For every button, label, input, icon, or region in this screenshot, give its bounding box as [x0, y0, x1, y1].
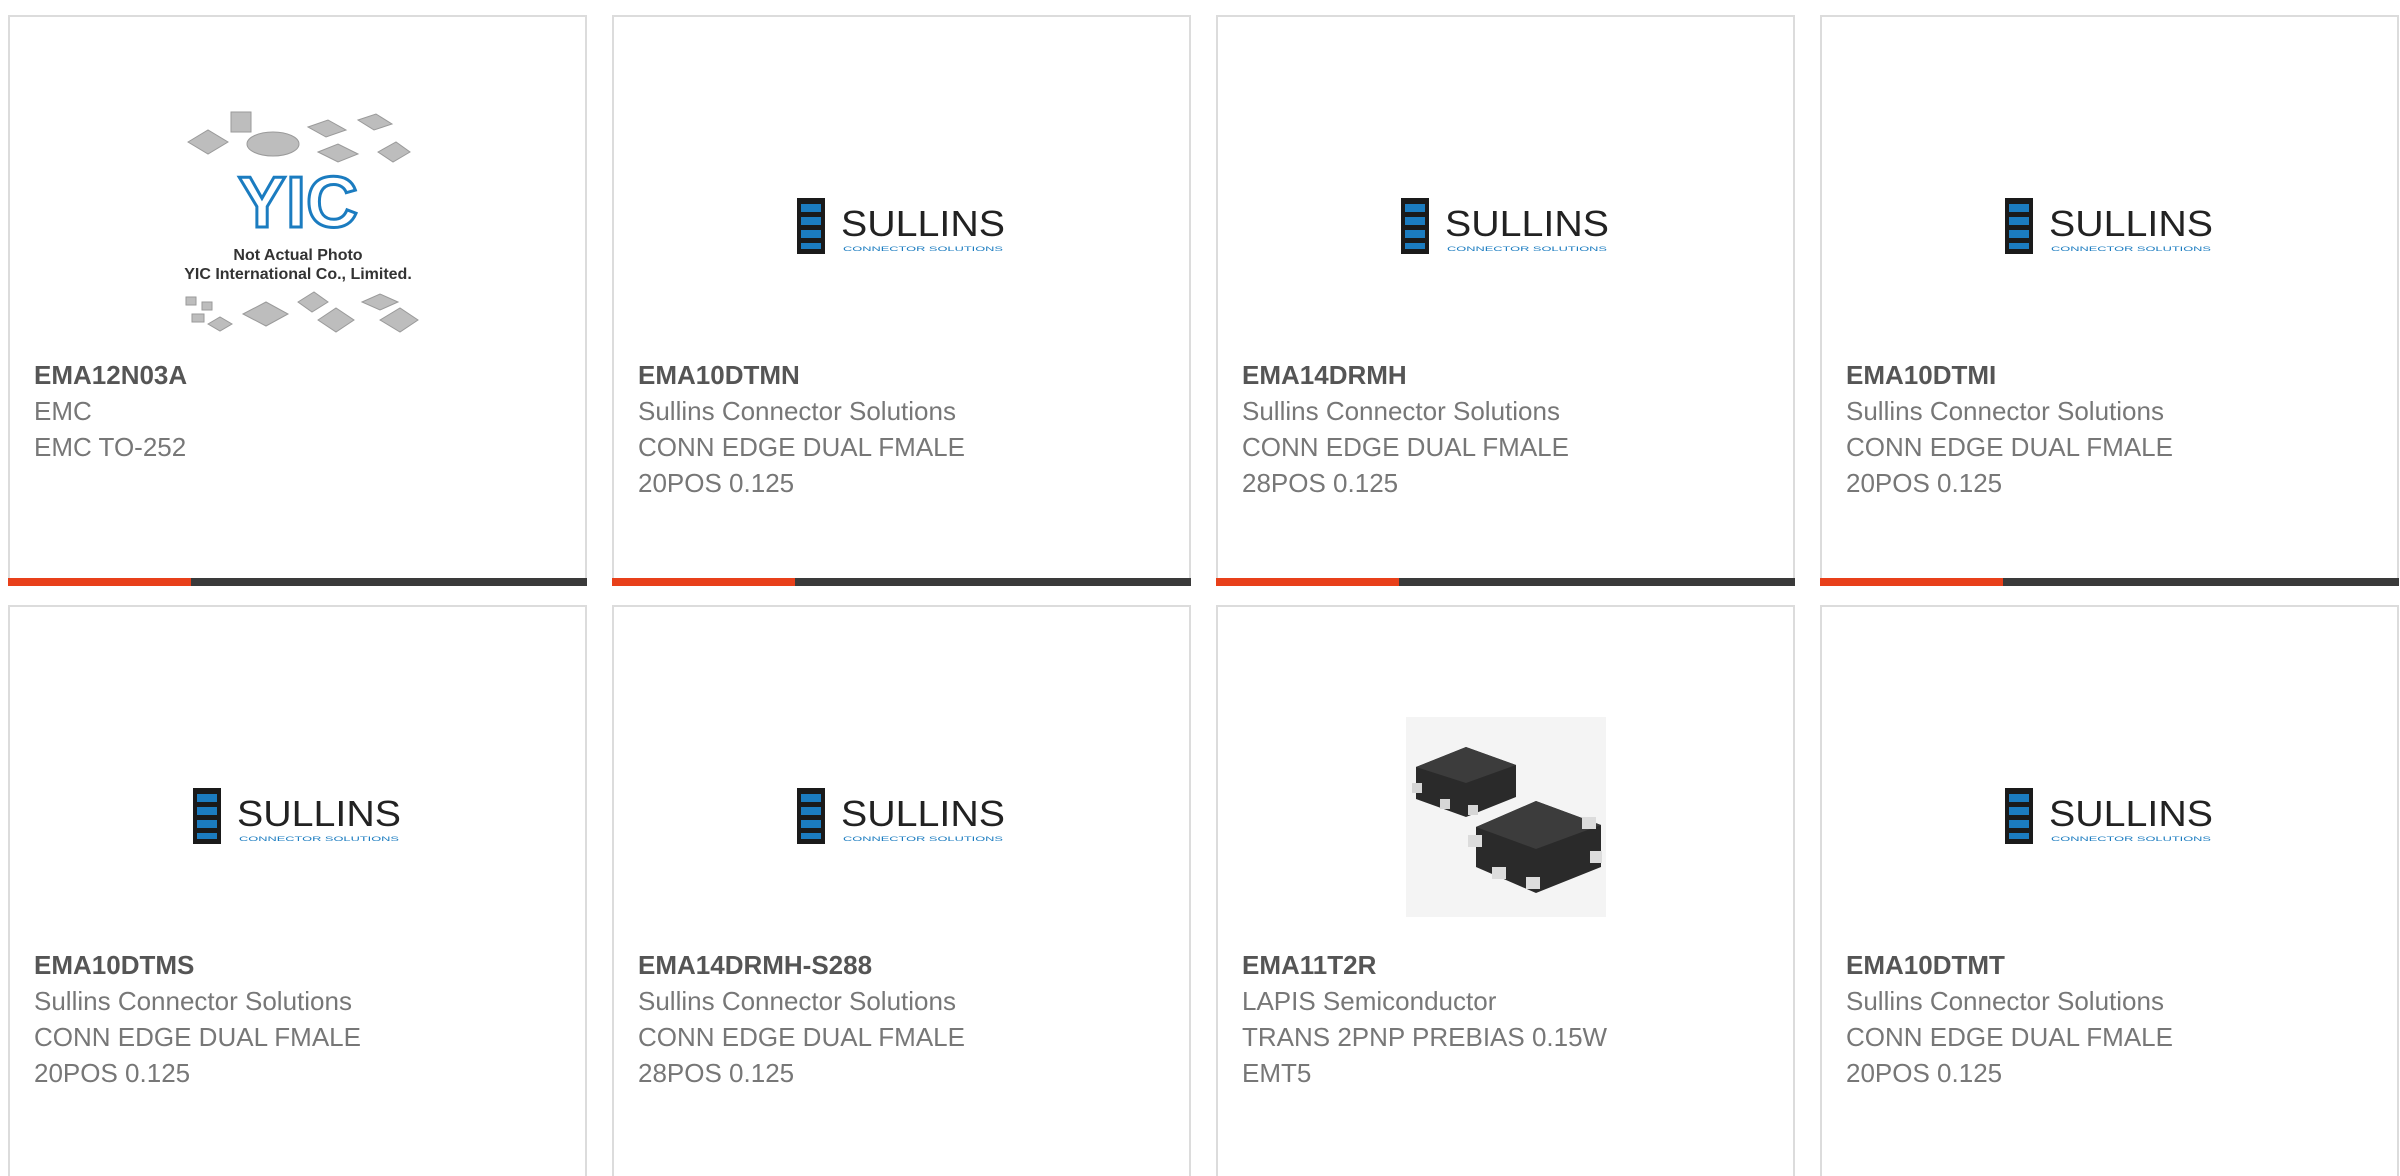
- manufacturer: Sullins Connector Solutions: [638, 986, 956, 1016]
- sullins-tagline: CONNECTOR SOLUTIONS: [843, 837, 1003, 843]
- card-bottom-bar: [1216, 578, 1795, 586]
- product-image[interactable]: SULLINS CONNECTOR SOLUTIONS: [1822, 87, 2397, 367]
- yic-placeholder-image: YIC Not Actual Photo YIC International C…: [184, 111, 419, 333]
- card-bottom-bar: [8, 578, 587, 586]
- product-card[interactable]: SULLINS CONNECTOR SOLUTIONS EMA10DTMN Su…: [612, 15, 1191, 586]
- sullins-word: SULLINS: [841, 793, 1005, 834]
- part-number[interactable]: EMA10DTMS: [34, 947, 569, 983]
- sullins-word: SULLINS: [841, 203, 1005, 244]
- description-2: 20POS 0.125: [34, 1058, 191, 1088]
- sullins-logo-image: SULLINS CONNECTOR SOLUTIONS: [796, 198, 1005, 254]
- description-2: 20POS 0.125: [638, 468, 795, 498]
- card-accent: [1216, 578, 1399, 586]
- product-image[interactable]: [1218, 677, 1793, 957]
- manufacturer: Sullins Connector Solutions: [1846, 986, 2164, 1016]
- product-image[interactable]: SULLINS CONNECTOR SOLUTIONS: [10, 677, 585, 957]
- product-card[interactable]: SULLINS CONNECTOR SOLUTIONS EMA14DRMH Su…: [1216, 15, 1795, 586]
- description-2: 28POS 0.125: [1242, 468, 1399, 498]
- placeholder-caption-1: Not Actual Photo: [233, 247, 362, 264]
- sullins-word: SULLINS: [2049, 203, 2213, 244]
- sullins-word: SULLINS: [237, 793, 401, 834]
- description: TRANS 2PNP PREBIAS 0.15W: [1242, 1022, 1608, 1052]
- product-card[interactable]: EMA11T2R LAPIS Semiconductor TRANS 2PNP …: [1216, 605, 1795, 1176]
- sullins-logo-image: SULLINS CONNECTOR SOLUTIONS: [796, 788, 1005, 844]
- part-number[interactable]: EMA12N03A: [34, 357, 569, 393]
- sullins-word: SULLINS: [2049, 793, 2213, 834]
- sullins-tagline: CONNECTOR SOLUTIONS: [2051, 247, 2211, 253]
- product-card[interactable]: SULLINS CONNECTOR SOLUTIONS EMA10DTMT Su…: [1820, 605, 2399, 1176]
- product-card[interactable]: YIC Not Actual Photo YIC International C…: [8, 15, 587, 586]
- sullins-tagline: CONNECTOR SOLUTIONS: [1447, 247, 1607, 253]
- description: CONN EDGE DUAL FMALE: [638, 432, 965, 462]
- card-bottom-bar: [612, 578, 1191, 586]
- product-grid: YIC Not Actual Photo YIC International C…: [8, 15, 2399, 1176]
- manufacturer: Sullins Connector Solutions: [1242, 396, 1560, 426]
- card-accent: [8, 578, 191, 586]
- part-number[interactable]: EMA14DRMH: [1242, 357, 1777, 393]
- part-number[interactable]: EMA10DTMI: [1846, 357, 2381, 393]
- sullins-logo-image: SULLINS CONNECTOR SOLUTIONS: [2004, 198, 2213, 254]
- product-image[interactable]: SULLINS CONNECTOR SOLUTIONS: [1218, 87, 1793, 367]
- part-number[interactable]: EMA10DTMN: [638, 357, 1173, 393]
- manufacturer: Sullins Connector Solutions: [638, 396, 956, 426]
- manufacturer: EMC: [34, 396, 92, 426]
- description: CONN EDGE DUAL FMALE: [1846, 432, 2173, 462]
- product-image[interactable]: SULLINS CONNECTOR SOLUTIONS: [614, 87, 1189, 367]
- chip-photo-image: [1405, 717, 1606, 917]
- description-2: EMT5: [1242, 1058, 1312, 1088]
- sullins-logo-image: SULLINS CONNECTOR SOLUTIONS: [192, 788, 401, 844]
- sullins-tagline: CONNECTOR SOLUTIONS: [2051, 837, 2211, 843]
- product-image[interactable]: SULLINS CONNECTOR SOLUTIONS: [614, 677, 1189, 957]
- product-image[interactable]: YIC Not Actual Photo YIC International C…: [10, 87, 585, 367]
- description: CONN EDGE DUAL FMALE: [1242, 432, 1569, 462]
- manufacturer: Sullins Connector Solutions: [1846, 396, 2164, 426]
- description-2: 20POS 0.125: [1846, 1058, 2003, 1088]
- product-card[interactable]: SULLINS CONNECTOR SOLUTIONS EMA10DTMI Su…: [1820, 15, 2399, 586]
- sullins-word: SULLINS: [1445, 203, 1609, 244]
- manufacturer: LAPIS Semiconductor: [1242, 986, 1497, 1016]
- product-image[interactable]: SULLINS CONNECTOR SOLUTIONS: [1822, 677, 2397, 957]
- part-number[interactable]: EMA14DRMH-S288: [638, 947, 1173, 983]
- yic-brand-text: YIC: [237, 163, 357, 243]
- product-card[interactable]: SULLINS CONNECTOR SOLUTIONS EMA14DRMH-S2…: [612, 605, 1191, 1176]
- product-card[interactable]: SULLINS CONNECTOR SOLUTIONS EMA10DTMS Su…: [8, 605, 587, 1176]
- manufacturer: Sullins Connector Solutions: [34, 986, 352, 1016]
- part-number[interactable]: EMA10DTMT: [1846, 947, 2381, 983]
- description-2: 28POS 0.125: [638, 1058, 795, 1088]
- description-2: 20POS 0.125: [1846, 468, 2003, 498]
- card-accent: [612, 578, 795, 586]
- placeholder-caption-2: YIC International Co., Limited.: [184, 266, 412, 283]
- sullins-tagline: CONNECTOR SOLUTIONS: [843, 247, 1003, 253]
- description: EMC TO-252: [34, 432, 187, 462]
- description: CONN EDGE DUAL FMALE: [34, 1022, 361, 1052]
- description: CONN EDGE DUAL FMALE: [638, 1022, 965, 1052]
- sullins-logo-image: SULLINS CONNECTOR SOLUTIONS: [1400, 198, 1609, 254]
- sullins-logo-image: SULLINS CONNECTOR SOLUTIONS: [2004, 788, 2213, 844]
- card-accent: [1820, 578, 2003, 586]
- card-bottom-bar: [1820, 578, 2399, 586]
- description: CONN EDGE DUAL FMALE: [1846, 1022, 2173, 1052]
- part-number[interactable]: EMA11T2R: [1242, 947, 1777, 983]
- sullins-tagline: CONNECTOR SOLUTIONS: [239, 837, 399, 843]
